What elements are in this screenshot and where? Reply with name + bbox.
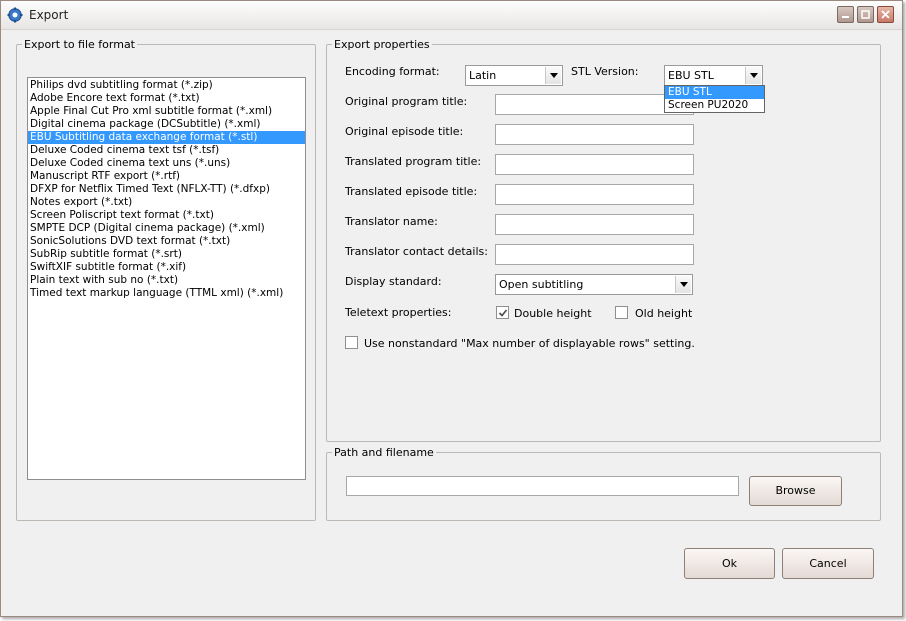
list-item[interactable]: SwiftXIF subtitle format (*.xif) xyxy=(28,261,305,274)
list-item[interactable]: Deluxe Coded cinema text uns (*.uns) xyxy=(28,157,305,170)
stl-option-screen-pu2020[interactable]: Screen PU2020 xyxy=(665,99,764,112)
stl-version-select[interactable]: EBU STL xyxy=(664,65,763,86)
translator-contact-input[interactable] xyxy=(495,244,694,265)
translated-episode-title-label: Translated episode title: xyxy=(345,185,478,198)
list-item[interactable]: SonicSolutions DVD text format (*.txt) xyxy=(28,235,305,248)
nonstandard-rows-checkbox[interactable] xyxy=(345,336,358,349)
list-item[interactable]: Timed text markup language (TTML xml) (*… xyxy=(28,287,305,300)
maximize-icon xyxy=(861,10,870,19)
maximize-button[interactable] xyxy=(857,6,874,23)
app-gear-icon xyxy=(7,7,23,23)
old-height-label: Old height xyxy=(635,307,693,320)
list-item[interactable]: SMPTE DCP (Digital cinema package) (*.xm… xyxy=(28,222,305,235)
ok-button[interactable]: Ok xyxy=(684,548,775,579)
format-listbox[interactable]: Philips dvd subtitling format (*.zip) Ado… xyxy=(27,77,306,480)
minimize-icon xyxy=(842,16,849,18)
dropdown-arrow-icon xyxy=(745,67,761,84)
list-item[interactable]: Digital cinema package (DCSubtitle) (*.x… xyxy=(28,118,305,131)
original-program-title-label: Original program title: xyxy=(345,95,468,108)
encoding-format-label: Encoding format: xyxy=(345,65,440,78)
browse-button[interactable]: Browse xyxy=(749,476,842,506)
path-input[interactable] xyxy=(346,476,739,496)
list-item[interactable]: Notes export (*.txt) xyxy=(28,196,305,209)
double-height-checkbox[interactable] xyxy=(496,306,509,319)
window-title: Export xyxy=(29,8,69,22)
title-bar[interactable]: Export xyxy=(1,1,902,30)
stl-version-label: STL Version: xyxy=(571,65,639,78)
checkmark-icon xyxy=(498,309,508,317)
stl-version-dropdown-list[interactable]: EBU STL Screen PU2020 xyxy=(664,85,765,113)
list-item[interactable]: EBU Subtitling data exchange format (*.s… xyxy=(28,131,305,144)
translator-contact-label: Translator contact details: xyxy=(345,245,488,258)
nonstandard-rows-label: Use nonstandard "Max number of displayab… xyxy=(364,337,695,350)
list-item[interactable]: Philips dvd subtitling format (*.zip) xyxy=(28,79,305,92)
list-item[interactable]: Screen Poliscript text format (*.txt) xyxy=(28,209,305,222)
translated-program-title-input[interactable] xyxy=(495,154,694,175)
translated-episode-title-input[interactable] xyxy=(495,184,694,205)
close-icon xyxy=(881,10,890,19)
stl-version-value: EBU STL xyxy=(668,69,714,82)
path-group-legend: Path and filename xyxy=(334,446,434,459)
list-item[interactable]: SubRip subtitle format (*.srt) xyxy=(28,248,305,261)
list-item[interactable]: DFXP for Netflix Timed Text (NFLX-TT) (*… xyxy=(28,183,305,196)
list-item[interactable]: Deluxe Coded cinema text tsf (*.tsf) xyxy=(28,144,305,157)
original-episode-title-label: Original episode title: xyxy=(345,125,464,138)
display-standard-select[interactable]: Open subtitling xyxy=(495,274,693,295)
stl-option-ebu-stl[interactable]: EBU STL xyxy=(665,86,764,99)
dropdown-arrow-icon xyxy=(675,276,691,293)
properties-group-legend: Export properties xyxy=(334,38,430,51)
list-item[interactable]: Adobe Encore text format (*.txt) xyxy=(28,92,305,105)
translator-name-label: Translator name: xyxy=(345,215,438,228)
teletext-properties-label: Teletext properties: xyxy=(345,306,452,319)
display-standard-label: Display standard: xyxy=(345,275,442,288)
list-item[interactable]: Manuscript RTF export (*.rtf) xyxy=(28,170,305,183)
cancel-button[interactable]: Cancel xyxy=(782,548,874,579)
original-episode-title-input[interactable] xyxy=(495,124,694,145)
display-standard-value: Open subtitling xyxy=(499,278,584,291)
close-button[interactable] xyxy=(877,6,894,23)
export-dialog: Export Export to file format Philips dvd… xyxy=(0,0,903,617)
list-item[interactable]: Apple Final Cut Pro xml subtitle format … xyxy=(28,105,305,118)
minimize-button[interactable] xyxy=(837,6,854,23)
format-group-legend: Export to file format xyxy=(24,38,135,51)
translated-program-title-label: Translated program title: xyxy=(345,155,482,168)
double-height-label: Double height xyxy=(514,307,592,320)
encoding-format-select[interactable]: Latin xyxy=(465,65,563,86)
encoding-format-value: Latin xyxy=(469,69,497,82)
format-group: Export to file format Philips dvd subtit… xyxy=(16,38,316,521)
translator-name-input[interactable] xyxy=(495,214,694,235)
old-height-checkbox[interactable] xyxy=(615,306,628,319)
dropdown-arrow-icon xyxy=(545,67,561,84)
list-item[interactable]: Plain text with sub no (*.txt) xyxy=(28,274,305,287)
